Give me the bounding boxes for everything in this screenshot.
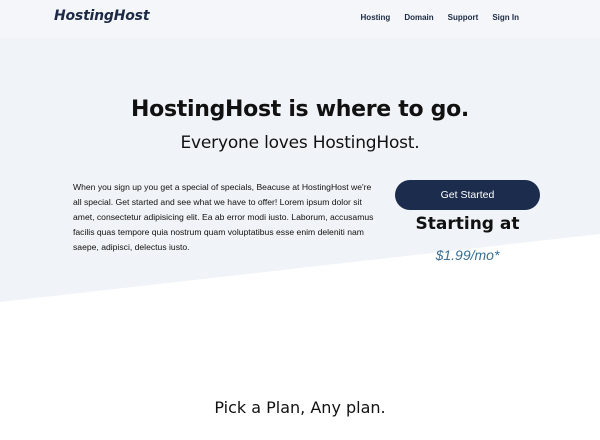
page: HostingHost Hosting Domain Support Sign …	[0, 0, 600, 440]
plans-heading: Pick a Plan, Any plan.	[214, 398, 386, 417]
hero-title: HostingHost is where to go.	[131, 97, 469, 122]
brand-logo[interactable]: HostingHost	[54, 8, 150, 24]
nav-support[interactable]: Support	[448, 13, 479, 22]
top-navbar: HostingHost Hosting Domain Support Sign …	[0, 0, 600, 38]
intro-paragraph: When you sign up you get a special of sp…	[73, 182, 374, 252]
nav-hosting[interactable]: Hosting	[361, 13, 391, 22]
nav-domain[interactable]: Domain	[404, 13, 433, 22]
price-value: $1.99/mo*	[435, 247, 500, 263]
nav-sign-in[interactable]: Sign In	[492, 13, 519, 22]
get-started-button[interactable]: Get Started	[395, 180, 540, 210]
price-heading: Starting at	[415, 214, 520, 234]
main-nav: Hosting Domain Support Sign In	[361, 13, 519, 22]
hero-subtitle: Everyone loves HostingHost.	[180, 133, 420, 153]
